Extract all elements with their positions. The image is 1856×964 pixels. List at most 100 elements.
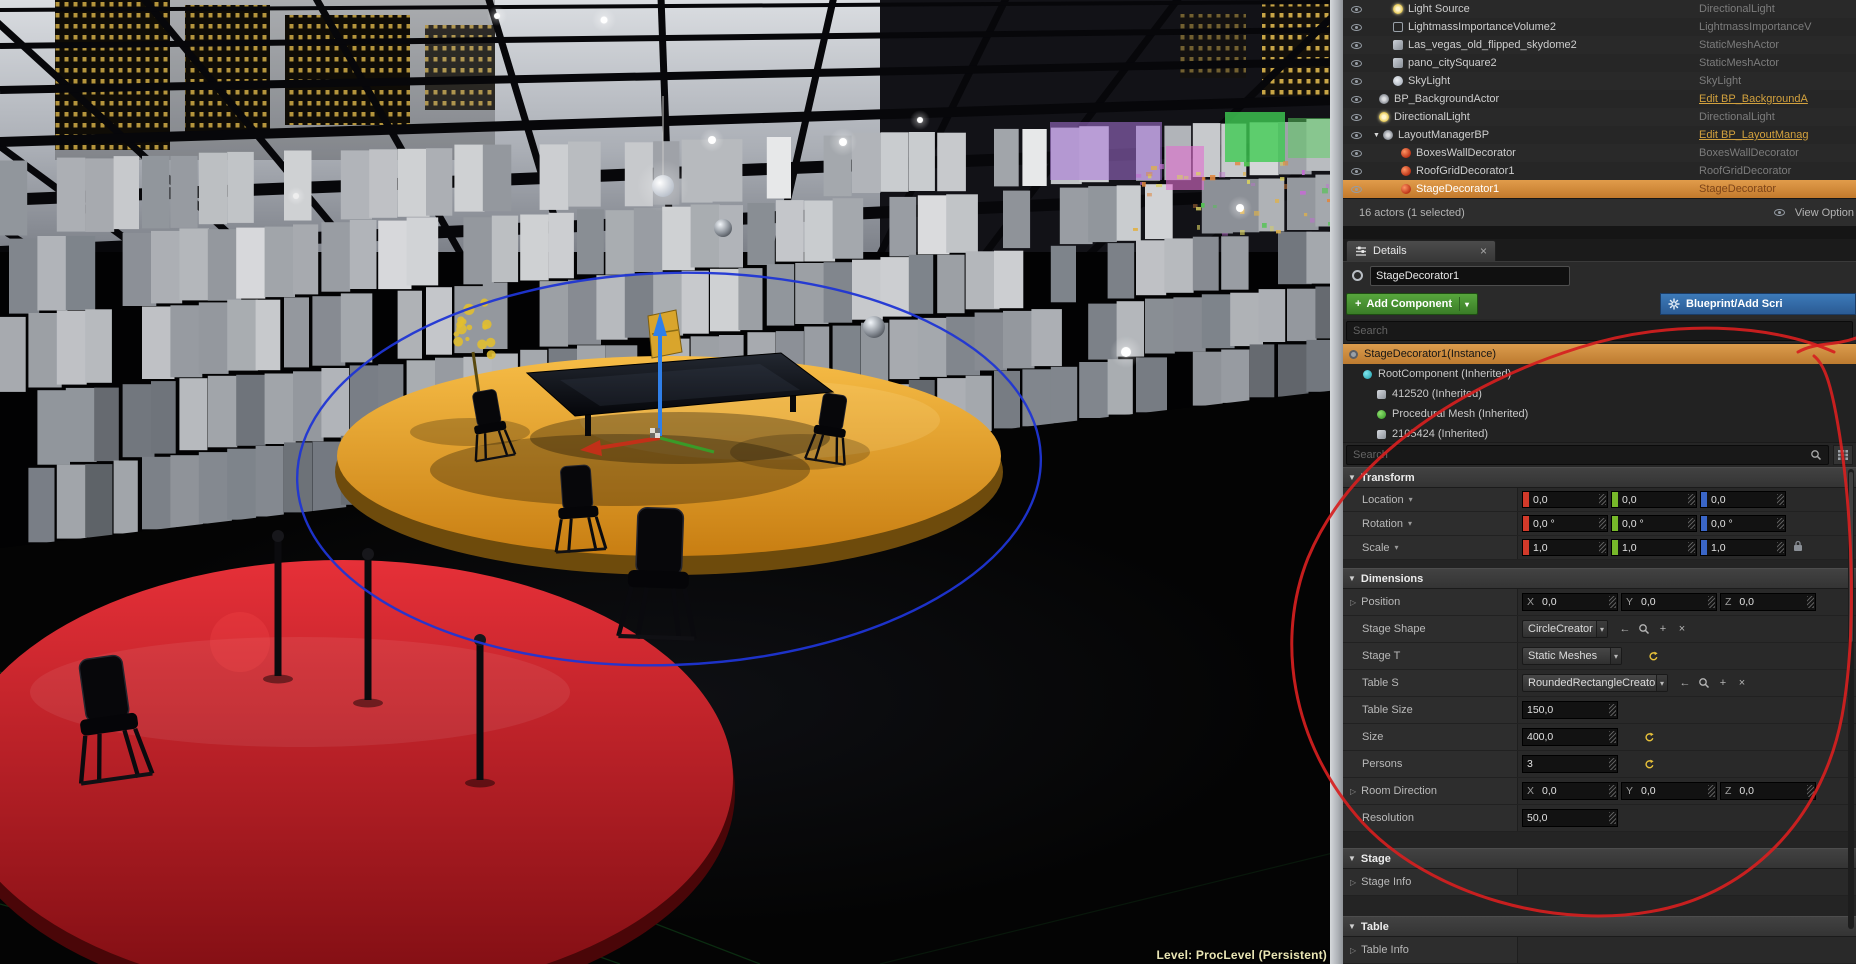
room-direction-z-field[interactable]: Z0,0 [1720,782,1816,800]
triangle-right-icon[interactable]: ▷ [1350,878,1356,887]
blueprint-add-script-button[interactable]: Blueprint/Add Scri [1660,293,1856,315]
rotation-y-field[interactable]: 0,0 ° [1611,515,1697,532]
clear-icon[interactable]: × [1674,621,1690,637]
revert-icon[interactable] [1641,756,1657,772]
outliner-row[interactable]: Light Source DirectionalLight [1343,0,1856,18]
triangle-right-icon[interactable]: ▷ [1350,598,1356,607]
outliner-row[interactable]: pano_citySquare2 StaticMeshActor [1343,54,1856,72]
visibility-eye-icon[interactable] [1350,165,1363,178]
add-component-button[interactable]: +Add Component▾ [1346,293,1478,315]
drag-grip[interactable] [1599,494,1606,505]
stage-shape-dropdown[interactable]: CircleCreator ▾ [1522,620,1608,638]
size-field[interactable]: 400,0 [1522,728,1618,746]
drag-grip[interactable] [1609,758,1616,770]
location-y-field[interactable]: 0,0 [1611,491,1697,508]
property-scrollbar[interactable] [1848,469,1854,929]
location-x-field[interactable]: 0,0 [1522,491,1608,508]
component-search-input[interactable] [1346,321,1853,341]
component-row[interactable]: Procedural Mesh (Inherited) [1343,404,1856,424]
use-selected-arrow-icon[interactable]: ← [1617,621,1633,637]
resolution-field[interactable]: 50,0 [1522,809,1618,827]
drag-grip[interactable] [1599,518,1606,529]
revert-icon[interactable] [1645,648,1661,664]
outliner-row[interactable]: BoxesWallDecorator BoxesWallDecorator [1343,144,1856,162]
outliner-row[interactable]: Las_vegas_old_flipped_skydome2 StaticMes… [1343,36,1856,54]
browse-icon[interactable] [1696,675,1712,691]
drag-grip[interactable] [1688,542,1695,553]
visibility-eye-icon[interactable] [1350,3,1363,16]
drag-grip[interactable] [1609,731,1616,743]
outliner-row[interactable]: SkyLight SkyLight [1343,72,1856,90]
category-transform[interactable]: ▼ Transform [1343,467,1856,488]
position-x-field[interactable]: X0,0 [1522,593,1618,611]
drag-grip[interactable] [1777,494,1784,505]
visibility-eye-icon[interactable] [1350,57,1363,70]
panel-splitter[interactable] [1330,0,1343,964]
drag-grip[interactable] [1609,812,1616,824]
drag-grip[interactable] [1777,518,1784,529]
visibility-eye-icon[interactable] [1350,111,1363,124]
drag-grip[interactable] [1708,596,1715,608]
visibility-eye-icon[interactable] [1350,93,1363,106]
view-options-button[interactable]: View Option [1766,206,1854,219]
category-dimensions[interactable]: ▼ Dimensions [1343,568,1856,589]
drag-grip[interactable] [1609,785,1616,797]
clear-icon[interactable]: × [1734,675,1750,691]
revert-icon[interactable] [1641,729,1657,745]
lock-scale-icon[interactable] [1793,540,1803,555]
position-y-field[interactable]: Y0,0 [1621,593,1717,611]
room-direction-x-field[interactable]: X0,0 [1522,782,1618,800]
triangle-right-icon[interactable]: ▷ [1350,946,1356,955]
drag-grip[interactable] [1688,518,1695,529]
scale-z-field[interactable]: 1,0 [1700,539,1786,556]
visibility-eye-icon[interactable] [1350,147,1363,160]
browse-icon[interactable] [1636,621,1652,637]
rotation-x-field[interactable]: 0,0 ° [1522,515,1608,532]
edit-blueprint-link[interactable]: Edit BP_BackgroundA [1699,93,1851,105]
display-filter-button[interactable] [1833,445,1853,465]
category-table[interactable]: ▼ Table [1343,916,1856,937]
drag-grip[interactable] [1688,494,1695,505]
property-row-table-info[interactable]: ▷Table Info [1343,937,1856,964]
visibility-eye-icon[interactable] [1350,39,1363,52]
drag-grip[interactable] [1599,542,1606,553]
drag-grip[interactable] [1807,596,1814,608]
persons-field[interactable]: 3 [1522,755,1618,773]
drag-grip[interactable] [1708,785,1715,797]
location-z-field[interactable]: 0,0 [1700,491,1786,508]
drag-grip[interactable] [1609,704,1616,716]
outliner-row[interactable]: ▼ LayoutManagerBP Edit BP_LayoutManag [1343,126,1856,144]
outliner-row[interactable]: RoofGridDecorator1 RoofGridDecorator [1343,162,1856,180]
drag-grip[interactable] [1609,596,1616,608]
caret-down-icon[interactable]: ▾ [1395,543,1399,552]
outliner-row[interactable]: DirectionalLight DirectionalLight [1343,108,1856,126]
caret-down-icon[interactable]: ▾ [1408,519,1412,528]
outliner-row-selected[interactable]: StageDecorator1 StageDecorator [1343,180,1856,198]
component-row[interactable]: 412520 (Inherited) [1343,384,1856,404]
category-stage[interactable]: ▼ Stage [1343,848,1856,869]
component-row[interactable]: 2105424 (Inherited) [1343,424,1856,442]
room-direction-y-field[interactable]: Y0,0 [1621,782,1717,800]
plus-icon[interactable]: + [1715,675,1731,691]
visibility-eye-icon[interactable] [1350,75,1363,88]
rotation-z-field[interactable]: 0,0 ° [1700,515,1786,532]
use-selected-arrow-icon[interactable]: ← [1677,675,1693,691]
component-row[interactable]: RootComponent (Inherited) [1343,364,1856,384]
expander-arrow-icon[interactable]: ▼ [1373,132,1380,139]
visibility-eye-icon[interactable] [1350,129,1363,142]
outliner-row[interactable]: LightmassImportanceVolume2 LightmassImpo… [1343,18,1856,36]
visibility-eye-icon[interactable] [1350,183,1363,196]
visibility-eye-icon[interactable] [1350,21,1363,34]
edit-blueprint-link[interactable]: Edit BP_LayoutManag [1699,129,1851,141]
component-row-selected[interactable]: StageDecorator1(Instance) [1343,344,1856,364]
table-s-dropdown[interactable]: RoundedRectangleCreator ▾ [1522,674,1668,692]
drag-grip[interactable] [1807,785,1814,797]
scale-x-field[interactable]: 1,0 [1522,539,1608,556]
stage-t-dropdown[interactable]: Static Meshes ▾ [1522,647,1622,665]
property-search-input[interactable] [1346,445,1829,465]
scale-y-field[interactable]: 1,0 [1611,539,1697,556]
outliner-row[interactable]: BP_BackgroundActor Edit BP_BackgroundA [1343,90,1856,108]
plus-icon[interactable]: + [1655,621,1671,637]
close-tab-icon[interactable]: × [1480,246,1487,256]
actor-name-field[interactable] [1370,266,1570,286]
